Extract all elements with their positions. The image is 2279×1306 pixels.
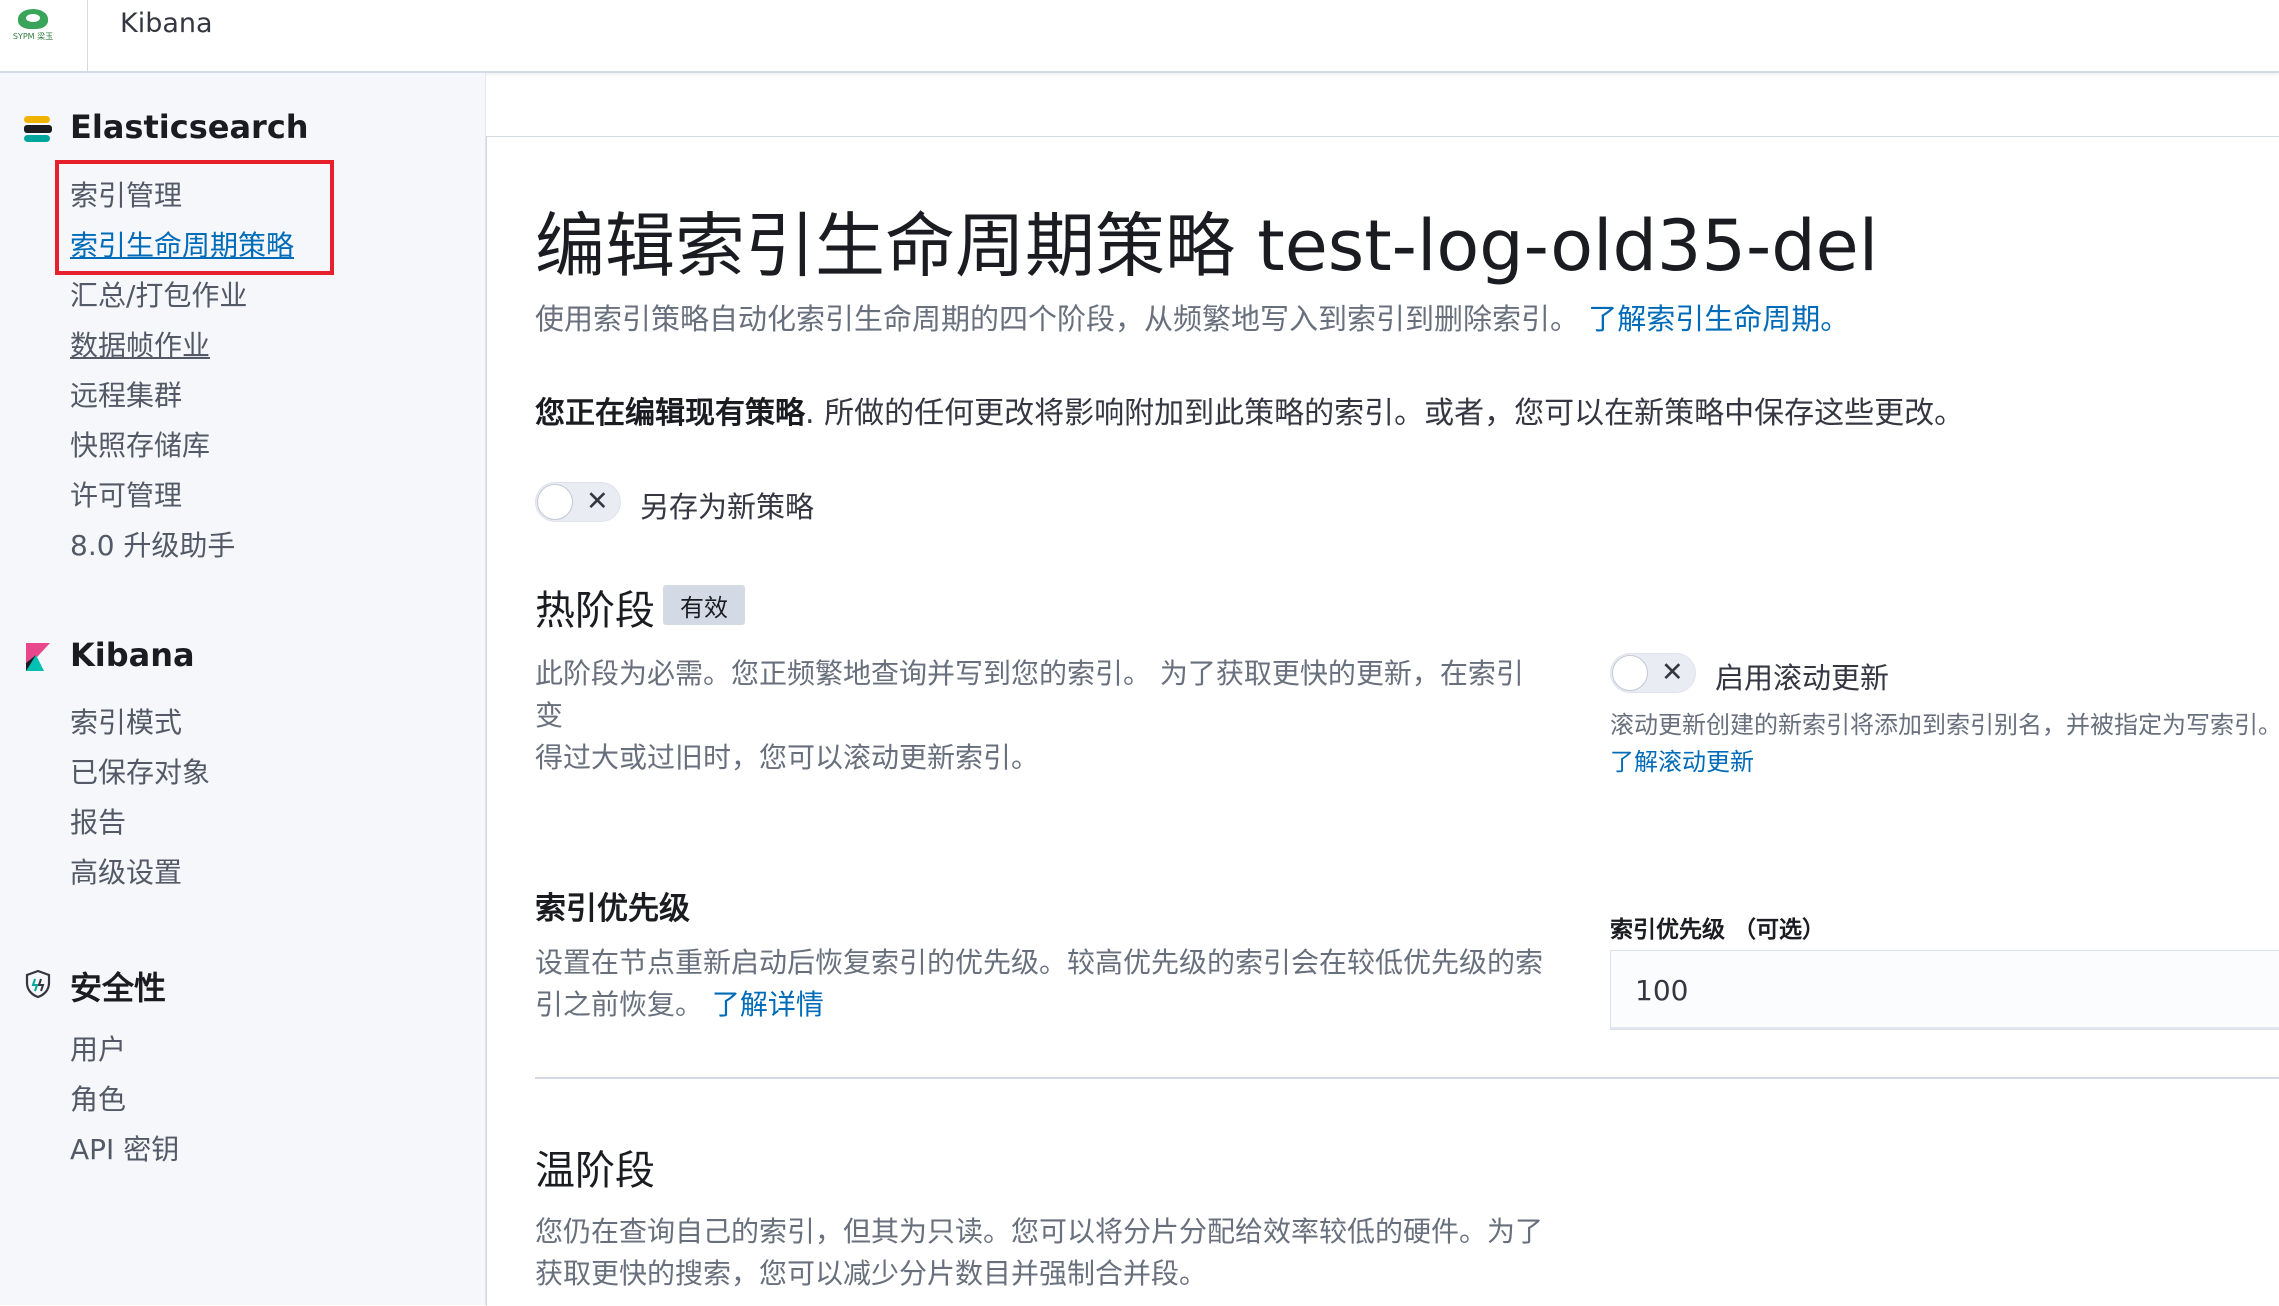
sidebar-item-users[interactable]: 用户 [70, 1028, 126, 1068]
section-title-elasticsearch: Elasticsearch [70, 108, 309, 146]
toggle-knob [1612, 655, 1648, 691]
index-priority-description: 设置在节点重新启动后恢复索引的优先级。较高优先级的索引会在较低优先级的索 引之前… [535, 942, 1545, 1026]
sidebar-item-index-patterns[interactable]: 索引模式 [70, 701, 182, 741]
learn-ilm-link[interactable]: 了解索引生命周期。 [1588, 302, 1849, 336]
index-priority-description-line2: 引之前恢复。 [535, 988, 704, 1021]
sidebar-item-advanced-settings[interactable]: 高级设置 [70, 851, 182, 891]
app-name[interactable]: Kibana [120, 8, 213, 39]
sidebar-item-dataframe-jobs[interactable]: 数据帧作业 [70, 324, 210, 364]
sidebar-item-remote-clusters[interactable]: 远程集群 [70, 374, 182, 414]
close-icon: ✕ [586, 486, 609, 517]
index-priority-description-line2-wrap: 引之前恢复。 了解详情 [535, 984, 1545, 1026]
learn-rollover-link[interactable]: 了解滚动更新 [1610, 742, 1754, 777]
rollover-label: 启用滚动更新 [1715, 661, 1890, 695]
section-divider [535, 1077, 2279, 1079]
company-logo[interactable]: SYPM 梁玉 [6, 4, 60, 46]
page-title: 编辑索引生命周期策略 test-log-old35-del [535, 205, 1879, 287]
warm-phase-title: 温阶段 [535, 1148, 655, 1194]
top-header: SYPM 梁玉 Kibana [0, 0, 2279, 73]
sidebar-item-roles[interactable]: 角色 [70, 1078, 126, 1118]
editing-notice-text: . 所做的任何更改将影响附加到此策略的索引。或者，您可以在新策略中保存这些更改。 [805, 396, 1965, 431]
sidebar-item-reporting[interactable]: 报告 [70, 801, 126, 841]
hot-phase-description-line1: 此阶段为必需。您正频繁地查询并写到您的索引。 为了获取更快的更新，在索引变 [535, 657, 1524, 732]
index-priority-description-line1: 设置在节点重新启动后恢复索引的优先级。较高优先级的索引会在较低优先级的索 [535, 946, 1544, 979]
header-divider [87, 0, 88, 71]
section-title-security: 安全性 [70, 969, 167, 1007]
close-icon: ✕ [1661, 657, 1684, 688]
hot-phase-title: 热阶段 [535, 588, 655, 634]
editing-notice: 您正在编辑现有策略. 所做的任何更改将影响附加到此策略的索引。或者，您可以在新策… [535, 388, 1964, 432]
index-priority-input[interactable] [1610, 950, 2279, 1030]
page-description-text: 使用索引策略自动化索引生命周期的四个阶段，从频繁地写入到索引到删除索引。 [535, 302, 1580, 336]
rollover-help-text: 滚动更新创建的新索引将添加到索引别名，并被指定为写索引。 [1610, 711, 2279, 739]
elasticsearch-icon [24, 116, 52, 142]
sidebar-item-rollup-jobs[interactable]: 汇总/打包作业 [70, 274, 247, 314]
hot-phase-description-line2: 得过大或过旧时，您可以滚动更新索引。 [535, 741, 1040, 774]
hot-phase-description: 此阶段为必需。您正频繁地查询并写到您的索引。 为了获取更快的更新，在索引变 得过… [535, 653, 1545, 779]
sidebar-item-license-management[interactable]: 许可管理 [70, 474, 182, 514]
hot-phase-active-badge: 有效 [663, 585, 745, 625]
warm-phase-description-line2: 获取更快的搜索，您可以减少分片数目并强制合并段。 [535, 1257, 1208, 1290]
toggle-knob [537, 484, 573, 520]
sidebar-item-saved-objects[interactable]: 已保存对象 [70, 751, 210, 791]
save-as-new-label: 另存为新策略 [640, 490, 815, 524]
logo-text: SYPM 梁玉 [12, 31, 54, 41]
sidebar-item-api-keys[interactable]: API 密钥 [70, 1128, 179, 1168]
warm-phase-description-line1: 您仍在查询自己的索引，但其为只读。您可以将分片分配给效率较低的硬件。为了 [535, 1215, 1544, 1248]
highlight-annotation-box [55, 160, 334, 275]
index-priority-title: 索引优先级 [535, 891, 690, 927]
kibana-icon [26, 643, 50, 671]
rollover-toggle[interactable]: ✕ [1610, 653, 1696, 693]
warm-phase-description: 您仍在查询自己的索引，但其为只读。您可以将分片分配给效率较低的硬件。为了 获取更… [535, 1211, 1545, 1295]
sidebar-item-upgrade-assistant[interactable]: 8.0 升级助手 [70, 524, 235, 564]
page-description: 使用索引策略自动化索引生命周期的四个阶段，从频繁地写入到索引到删除索引。 了解索… [535, 296, 1849, 338]
section-title-kibana: Kibana [70, 636, 195, 674]
shield-icon [25, 969, 51, 999]
logo-mark-icon [18, 8, 48, 29]
save-as-new-toggle[interactable]: ✕ [535, 482, 621, 522]
editing-notice-bold: 您正在编辑现有策略 [535, 396, 805, 431]
learn-more-link[interactable]: 了解详情 [712, 988, 824, 1021]
sidebar-item-snapshot-repos[interactable]: 快照存储库 [70, 424, 210, 464]
index-priority-field-label: 索引优先级 （可选） [1610, 917, 1826, 943]
